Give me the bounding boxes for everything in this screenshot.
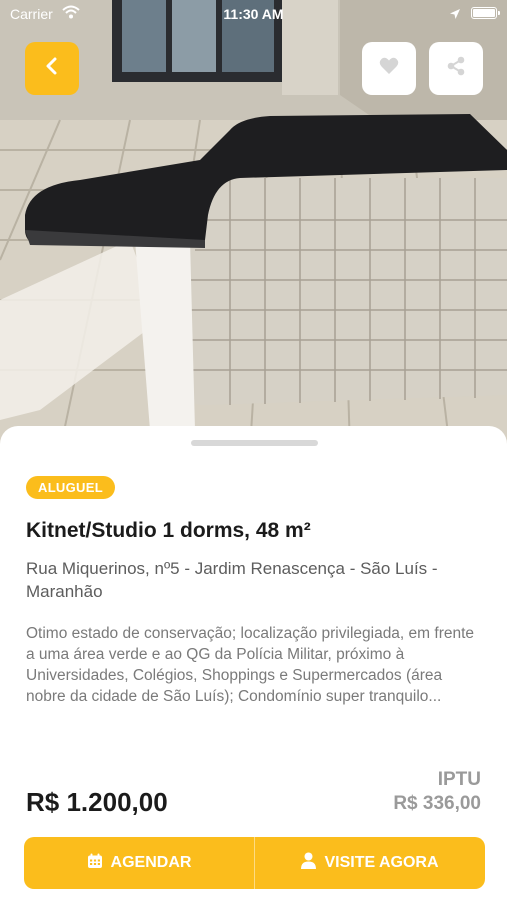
visit-now-button[interactable]: VISITE AGORA <box>254 837 485 889</box>
status-bar: Carrier 11:30 AM <box>0 0 507 28</box>
schedule-label: AGENDAR <box>110 854 192 871</box>
iptu-value: R$ 336,00 <box>393 793 481 814</box>
heart-icon <box>379 57 399 80</box>
visit-now-label: VISITE AGORA <box>324 854 439 871</box>
action-bar: AGENDAR VISITE AGORA <box>24 837 485 889</box>
listing-address: Rua Miquerinos, nº5 - Jardim Renascença … <box>26 559 438 601</box>
listing-title: Kitnet/Studio 1 dorms, 48 m² <box>26 519 311 542</box>
listing-description: Otimo estado de conservação; localização… <box>26 625 475 705</box>
share-button[interactable] <box>429 42 483 95</box>
location-arrow-icon <box>449 7 461 23</box>
battery-icon <box>471 7 500 19</box>
share-icon <box>446 56 466 81</box>
chevron-left-icon <box>45 56 59 81</box>
listing-price: R$ 1.200,00 <box>26 787 168 817</box>
favorite-button[interactable] <box>362 42 416 95</box>
back-button[interactable] <box>25 42 79 95</box>
clock: 11:30 AM <box>223 6 284 22</box>
calendar-icon <box>87 853 103 874</box>
user-icon <box>301 852 317 874</box>
sheet-grabber[interactable] <box>191 440 318 446</box>
schedule-button[interactable]: AGENDAR <box>24 837 254 889</box>
listing-type-badge: ALUGUEL <box>26 476 115 499</box>
listing-sheet: ALUGUEL Kitnet/Studio 1 dorms, 48 m² Rua… <box>0 426 507 900</box>
iptu-label: IPTU <box>437 769 481 790</box>
